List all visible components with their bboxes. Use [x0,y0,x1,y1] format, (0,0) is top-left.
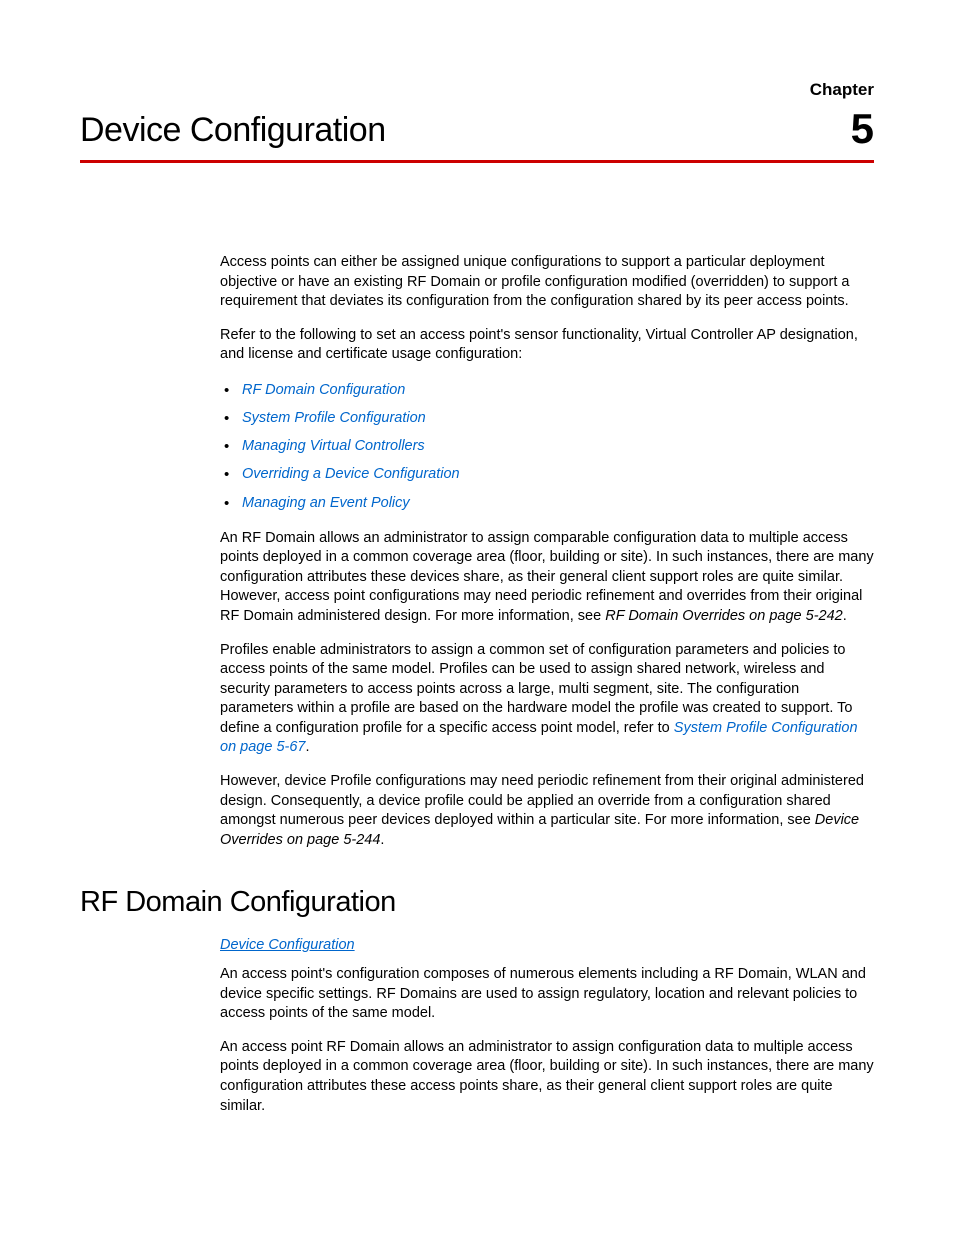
list-item: Overriding a Device Configuration [242,463,874,486]
list-item: Managing Virtual Controllers [242,435,874,458]
section2-para-1: An access point's configuration composes… [220,965,874,1024]
chapter-number: 5 [851,108,874,150]
text-span: . [305,739,309,755]
link-overriding-device[interactable]: Overriding a Device Configuration [242,466,460,482]
intro-para-1: Access points can either be assigned uni… [220,253,874,312]
header-rule [80,160,874,163]
link-event-policy[interactable]: Managing an Event Policy [242,495,410,511]
rf-domain-para: An RF Domain allows an administrator to … [220,529,874,627]
link-system-profile[interactable]: System Profile Configuration [242,410,426,426]
list-item: Managing an Event Policy [242,492,874,515]
link-rf-domain[interactable]: RF Domain Configuration [242,382,405,398]
link-virtual-controllers[interactable]: Managing Virtual Controllers [242,438,425,454]
chapter-header-right: Chapter [80,80,874,100]
list-item: System Profile Configuration [242,407,874,430]
section2-para-2: An access point RF Domain allows an admi… [220,1038,874,1116]
topic-list: RF Domain Configuration System Profile C… [220,379,874,515]
content-block: Access points can either be assigned uni… [220,253,874,850]
list-item: RF Domain Configuration [242,379,874,402]
text-span: . [380,832,384,848]
text-span: However, device Profile configurations m… [220,773,864,828]
ref-rf-overrides: RF Domain Overrides on page 5-242 [605,608,843,624]
section-heading-rf-domain: RF Domain Configuration [80,886,874,919]
text-span: . [843,608,847,624]
chapter-label: Chapter [80,80,874,100]
section-content: Device Configuration An access point's c… [220,937,874,1116]
chapter-title: Device Configuration [80,111,386,150]
title-row: Device Configuration 5 [80,100,874,160]
breadcrumb-link[interactable]: Device Configuration [220,937,874,953]
intro-para-2: Refer to the following to set an access … [220,326,874,365]
overrides-para: However, device Profile configurations m… [220,772,874,850]
profiles-para: Profiles enable administrators to assign… [220,641,874,758]
